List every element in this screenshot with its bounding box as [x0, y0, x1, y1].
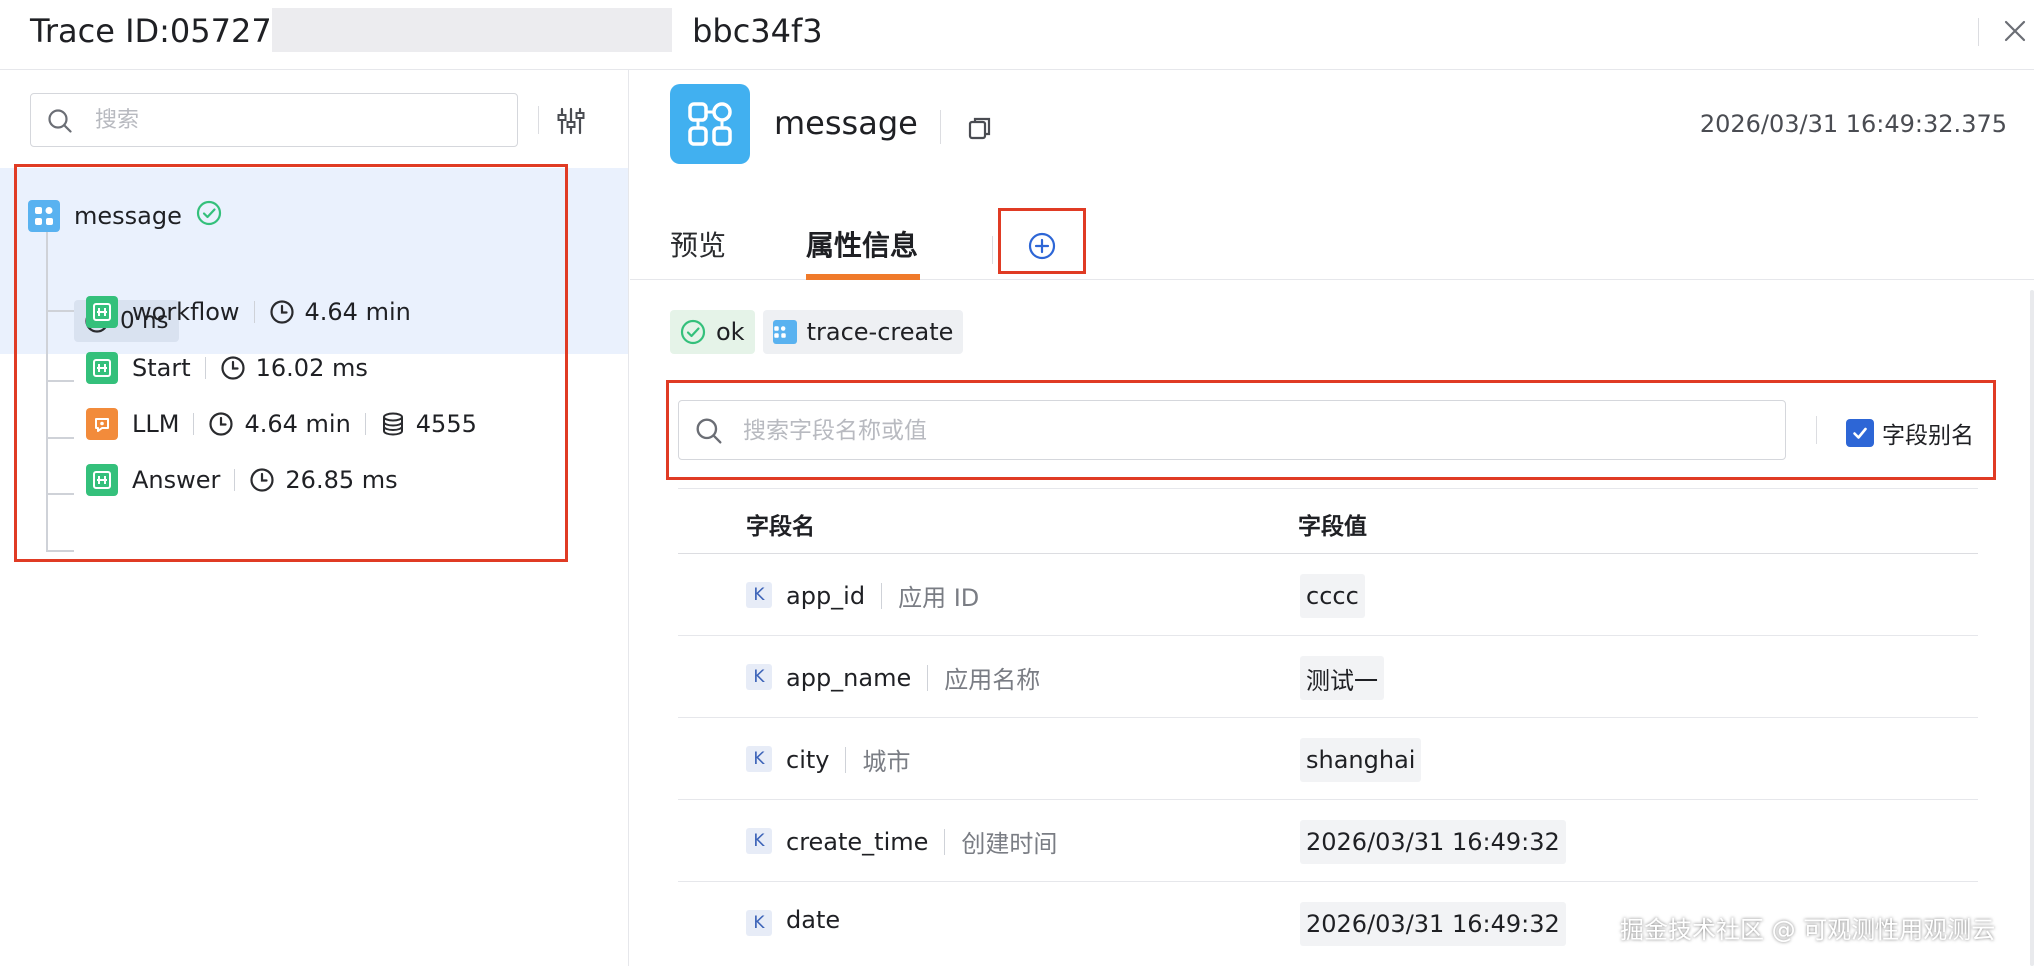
message-span-icon [670, 84, 750, 164]
field-divider [927, 664, 929, 691]
field-name: city 城市 [786, 742, 910, 777]
field-name: app_id 应用 ID [786, 578, 979, 613]
keyword-type-badge: K [746, 664, 772, 690]
field-alias: 城市 [862, 748, 911, 776]
table-row: K app_id 应用 ID cccc [678, 554, 1978, 636]
keyword-type-badge: K [746, 746, 772, 772]
column-header-value: 字段值 [1298, 514, 1367, 540]
field-alias: 应用名称 [944, 666, 1041, 694]
detail-tabs: 预览 属性信息 [630, 208, 2034, 280]
field-key: date [786, 906, 841, 934]
title-divider [1978, 18, 1979, 46]
field-value: 2026/03/31 16:49:32 [1300, 820, 1566, 864]
trace-id-suffix: bbc34f3 [692, 12, 823, 50]
field-key: app_id [786, 581, 866, 610]
field-name: app_name 应用名称 [786, 660, 1040, 695]
scrollbar[interactable] [2030, 290, 2034, 966]
keyword-type-badge: K [746, 582, 772, 608]
field-value: shanghai [1300, 738, 1422, 782]
active-tab-indicator [806, 274, 920, 280]
field-divider [881, 582, 883, 609]
watermark-text: 掘金技术社区 @ 可观测性用观测云 [1620, 916, 1996, 944]
redacted-trace-id [272, 8, 672, 52]
highlight-box-add-tab [998, 208, 1086, 274]
table-row: K city 城市 shanghai [678, 718, 1978, 800]
source-badge: trace-create [762, 310, 964, 354]
message-span-icon [772, 320, 797, 344]
tree-search-box[interactable] [30, 93, 518, 147]
field-divider [944, 828, 946, 855]
column-header-name: 字段名 [746, 514, 815, 540]
tab-divider [992, 236, 993, 264]
keyword-type-badge: K [746, 828, 772, 854]
trace-id-prefix: Trace ID:057277 [30, 12, 293, 50]
tree-search-input[interactable] [95, 102, 495, 138]
field-value: cccc [1300, 574, 1365, 618]
field-key: create_time [786, 827, 929, 856]
close-icon[interactable] [2000, 16, 2030, 46]
span-tree-panel: message 0 ns workflow 4.64 min Start 16.… [0, 70, 629, 966]
field-key: app_name [786, 663, 912, 692]
field-divider [845, 746, 847, 773]
field-value: 测试一 [1300, 656, 1384, 700]
field-name: date [786, 906, 840, 934]
table-row: K create_time 创建时间 2026/03/31 16:49:32 [678, 800, 1978, 882]
field-key: city [786, 745, 830, 774]
field-alias: 创建时间 [961, 830, 1058, 858]
status-text: ok [716, 318, 745, 346]
highlight-box-tree [14, 164, 568, 562]
title-divider [940, 110, 941, 144]
field-alias: 应用 ID [898, 584, 980, 612]
search-divider [538, 106, 539, 134]
tab-preview[interactable]: 预览 [670, 224, 726, 264]
table-row: K app_name 应用名称 测试一 [678, 636, 1978, 718]
keyword-type-badge: K [746, 910, 772, 936]
span-detail-panel: message 2026/03/31 16:49:32.375 预览 属性信息 … [630, 70, 2034, 966]
status-badge: ok [670, 310, 755, 354]
highlight-box-search [666, 380, 1996, 480]
field-value: 2026/03/31 16:49:32 [1300, 902, 1566, 946]
title-bar: Trace ID:057277 bbc34f3 [0, 0, 2034, 70]
search-icon [47, 108, 73, 138]
source-text: trace-create [806, 318, 954, 346]
span-title: message [774, 104, 918, 142]
span-timestamp: 2026/03/31 16:49:32.375 [1699, 110, 2007, 138]
filter-settings-icon[interactable] [556, 106, 588, 138]
status-ok-icon [680, 319, 706, 345]
copy-icon[interactable] [966, 114, 994, 142]
field-name: create_time 创建时间 [786, 824, 1057, 859]
tab-attributes[interactable]: 属性信息 [806, 224, 918, 264]
fields-table-header: 字段名 字段值 [678, 488, 1978, 554]
span-badges: ok trace-create [670, 310, 971, 354]
